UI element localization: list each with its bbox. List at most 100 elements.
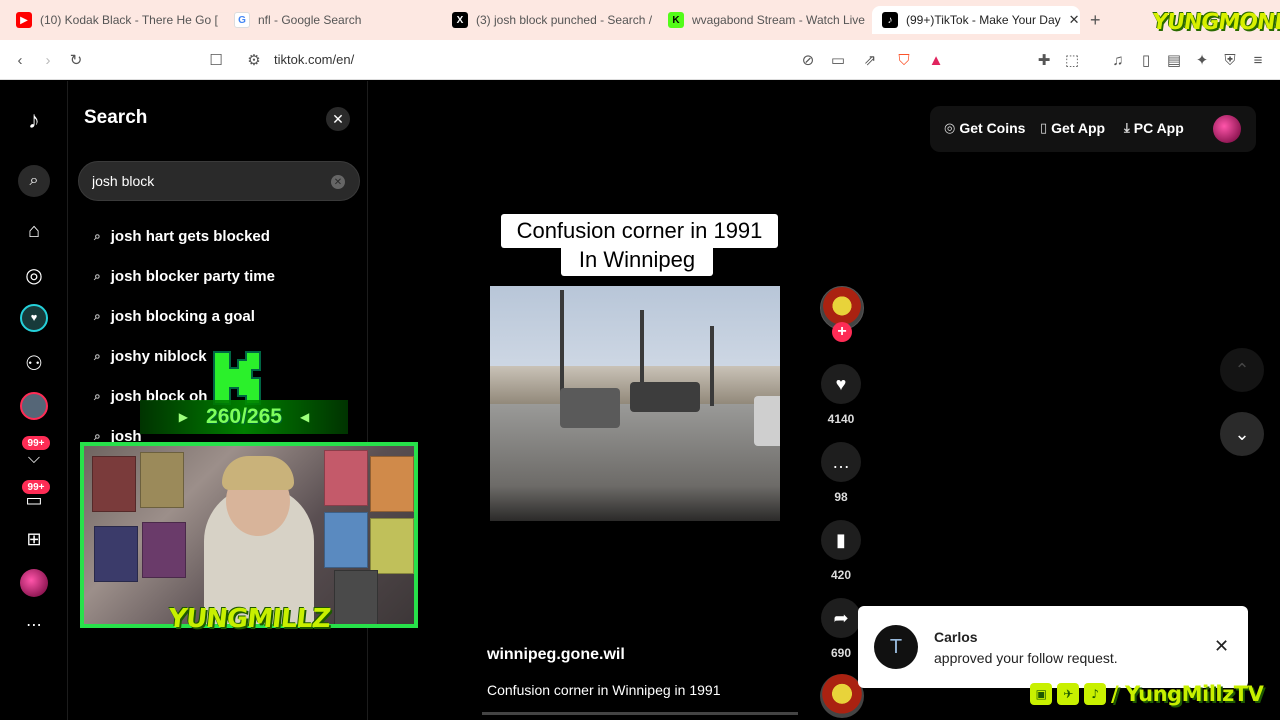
twitch-icon: ▣: [1030, 683, 1052, 705]
search-icon: ⌕: [94, 228, 101, 243]
no-tracking-icon[interactable]: ⊘: [798, 50, 818, 70]
follow-plus-icon[interactable]: +: [832, 322, 852, 342]
kick-logo-icon: [213, 351, 261, 405]
comment-button[interactable]: … 98: [821, 442, 861, 504]
menu-icon[interactable]: ≡: [1248, 50, 1268, 70]
video-description: Confusion corner in Winnipeg in 1991: [487, 682, 721, 698]
sidebar-icon[interactable]: ▯: [1136, 50, 1156, 70]
search-icon[interactable]: ⌕: [18, 165, 50, 197]
tab-title: wvagabond Stream - Watch Live: [692, 13, 865, 27]
bookmark-icon: ▮: [821, 520, 861, 560]
tab-title: (3) josh block punched - Search /: [476, 13, 653, 27]
tab-kick[interactable]: K wvagabond Stream - Watch Live: [658, 6, 870, 34]
upload-icon[interactable]: ⊞: [20, 525, 48, 553]
get-coins-button[interactable]: ◎ Get Coins: [944, 120, 1025, 136]
pc-app-label: PC App: [1133, 120, 1184, 136]
suggestion-label: joshy niblock: [110, 347, 207, 365]
suggestion-item[interactable]: ⌕ josh blocking a goal: [94, 303, 255, 329]
close-notification-icon[interactable]: ✕: [1214, 636, 1229, 657]
brave-shield-icon[interactable]: ⛉: [894, 50, 914, 70]
profile-avatar[interactable]: [20, 569, 48, 597]
address-bar[interactable]: tiktok.com/en/: [274, 52, 354, 67]
close-search-icon[interactable]: ✕: [326, 107, 350, 131]
video-progress-bar[interactable]: [482, 712, 798, 715]
suggestion-label: josh blocker party time: [110, 267, 275, 285]
google-icon: G: [234, 12, 250, 28]
close-tab-icon[interactable]: ✕: [1069, 12, 1080, 28]
more-icon[interactable]: ⋯: [20, 611, 48, 639]
search-icon: ⌕: [94, 348, 101, 363]
tab-tiktok[interactable]: ♪ (99+)TikTok - Make Your Day ✕: [872, 6, 1080, 34]
live-avatar[interactable]: ♥: [20, 304, 48, 332]
search-panel-title: Search: [84, 107, 148, 128]
x-icon: X: [452, 12, 468, 28]
site-info-icon[interactable]: ⚙: [244, 50, 264, 70]
phone-icon: ▯: [1040, 120, 1048, 135]
save-button[interactable]: ▮ 420: [821, 520, 861, 582]
search-input[interactable]: [92, 173, 292, 189]
friend-avatar[interactable]: [20, 392, 48, 420]
video-caption-line2: In Winnipeg: [561, 244, 713, 276]
tiktok-icon: ♪: [882, 12, 898, 28]
downloads-icon[interactable]: ⬚: [1062, 50, 1082, 70]
previous-video-button[interactable]: ⌃: [1220, 348, 1264, 392]
arrow-left-icon: ◀: [299, 410, 310, 424]
new-tab-button[interactable]: +: [1090, 10, 1101, 31]
media-icon[interactable]: ▭: [828, 50, 848, 70]
tiktok-logo-icon[interactable]: ♪: [20, 107, 48, 135]
messages-icon[interactable]: ▭: [20, 486, 48, 514]
follower-goal-bar: ▶ 260/265 ◀: [140, 400, 348, 434]
browser-tab-bar: ▶ (10) Kodak Black - There He Go [O G nf…: [0, 0, 1280, 40]
comment-count: 98: [834, 490, 848, 504]
explore-icon[interactable]: ◎: [20, 261, 48, 289]
suggestion-item[interactable]: ⌕ joshy niblock: [94, 343, 207, 369]
extensions-icon[interactable]: ✚: [1034, 50, 1054, 70]
next-video-button[interactable]: ⌄: [1220, 412, 1264, 456]
suggestion-item[interactable]: ⌕ josh hart gets blocked: [94, 223, 270, 249]
streamer-name-label: YUNGMILLZ: [166, 604, 332, 634]
wallet-icon[interactable]: ▤: [1164, 50, 1184, 70]
browser-toolbar: ‹ › ↻ ☐ ⚙ tiktok.com/en/ ⊘ ▭ ⇗ ⛉ ▲ ✚ ⬚ ♫…: [0, 40, 1280, 80]
social-handle-label: / YungMillzTV: [1111, 682, 1264, 706]
youtube-icon: ▶: [16, 12, 32, 28]
yungmoney-logo: YUNGMONEY: [1150, 10, 1280, 35]
pc-app-button[interactable]: ⤓ PC App: [1124, 120, 1184, 136]
tab-x[interactable]: X (3) josh block punched - Search /: [442, 6, 654, 34]
video-username[interactable]: winnipeg.gone.wil: [487, 646, 625, 664]
account-avatar[interactable]: [1213, 115, 1241, 143]
share-button[interactable]: ➦ 690: [821, 598, 861, 660]
brave-rewards-icon[interactable]: ▲: [926, 50, 946, 70]
tab-youtube[interactable]: ▶ (10) Kodak Black - There He Go [O: [6, 6, 218, 34]
tiktok-icon: ♪: [1084, 683, 1106, 705]
heart-icon: ♥: [821, 364, 861, 404]
goal-count: 260/265: [206, 405, 282, 428]
activity-icon[interactable]: ⌵: [20, 445, 48, 473]
music-icon[interactable]: ♫: [1108, 50, 1128, 70]
social-handles-overlay: ▣ ✈ ♪ / YungMillzTV: [1030, 678, 1274, 710]
clear-search-icon[interactable]: ✕: [331, 175, 345, 189]
video-player[interactable]: [490, 286, 780, 521]
get-coins-label: Get Coins: [959, 120, 1026, 136]
vpn-icon[interactable]: ⛨: [1220, 50, 1240, 70]
bookmark-icon[interactable]: ☐: [206, 50, 226, 70]
notification-name: Carlos: [934, 629, 978, 645]
save-count: 420: [830, 568, 852, 582]
forward-icon[interactable]: ›: [38, 50, 58, 70]
share-icon[interactable]: ⇗: [860, 50, 880, 70]
tab-title: (10) Kodak Black - There He Go [O: [40, 13, 218, 27]
leo-ai-icon[interactable]: ✦: [1192, 50, 1212, 70]
kick-icon: K: [668, 12, 684, 28]
arrow-right-icon: ▶: [178, 410, 189, 424]
search-icon: ⌕: [94, 388, 101, 403]
like-button[interactable]: ♥ 4140: [821, 364, 861, 426]
streamer-hair: [222, 456, 294, 490]
share-count: 690: [830, 646, 852, 660]
get-app-button[interactable]: ▯ Get App: [1040, 120, 1105, 136]
home-icon[interactable]: ⌂: [20, 217, 48, 245]
back-icon[interactable]: ‹: [10, 50, 30, 70]
notification-avatar: T: [874, 625, 918, 669]
following-icon[interactable]: ⚇: [20, 349, 48, 377]
tab-google[interactable]: G nfl - Google Search: [224, 6, 436, 34]
reload-icon[interactable]: ↻: [66, 50, 86, 70]
suggestion-item[interactable]: ⌕ josh blocker party time: [94, 263, 275, 289]
